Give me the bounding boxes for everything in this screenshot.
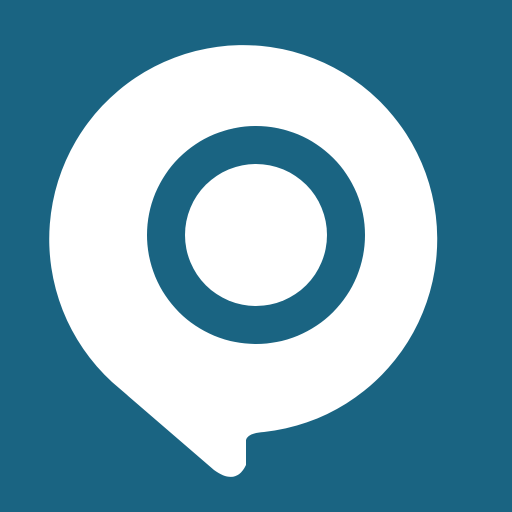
app-icon xyxy=(0,0,512,512)
location-ring-center xyxy=(185,164,327,306)
app-icon-graphic xyxy=(0,0,512,512)
